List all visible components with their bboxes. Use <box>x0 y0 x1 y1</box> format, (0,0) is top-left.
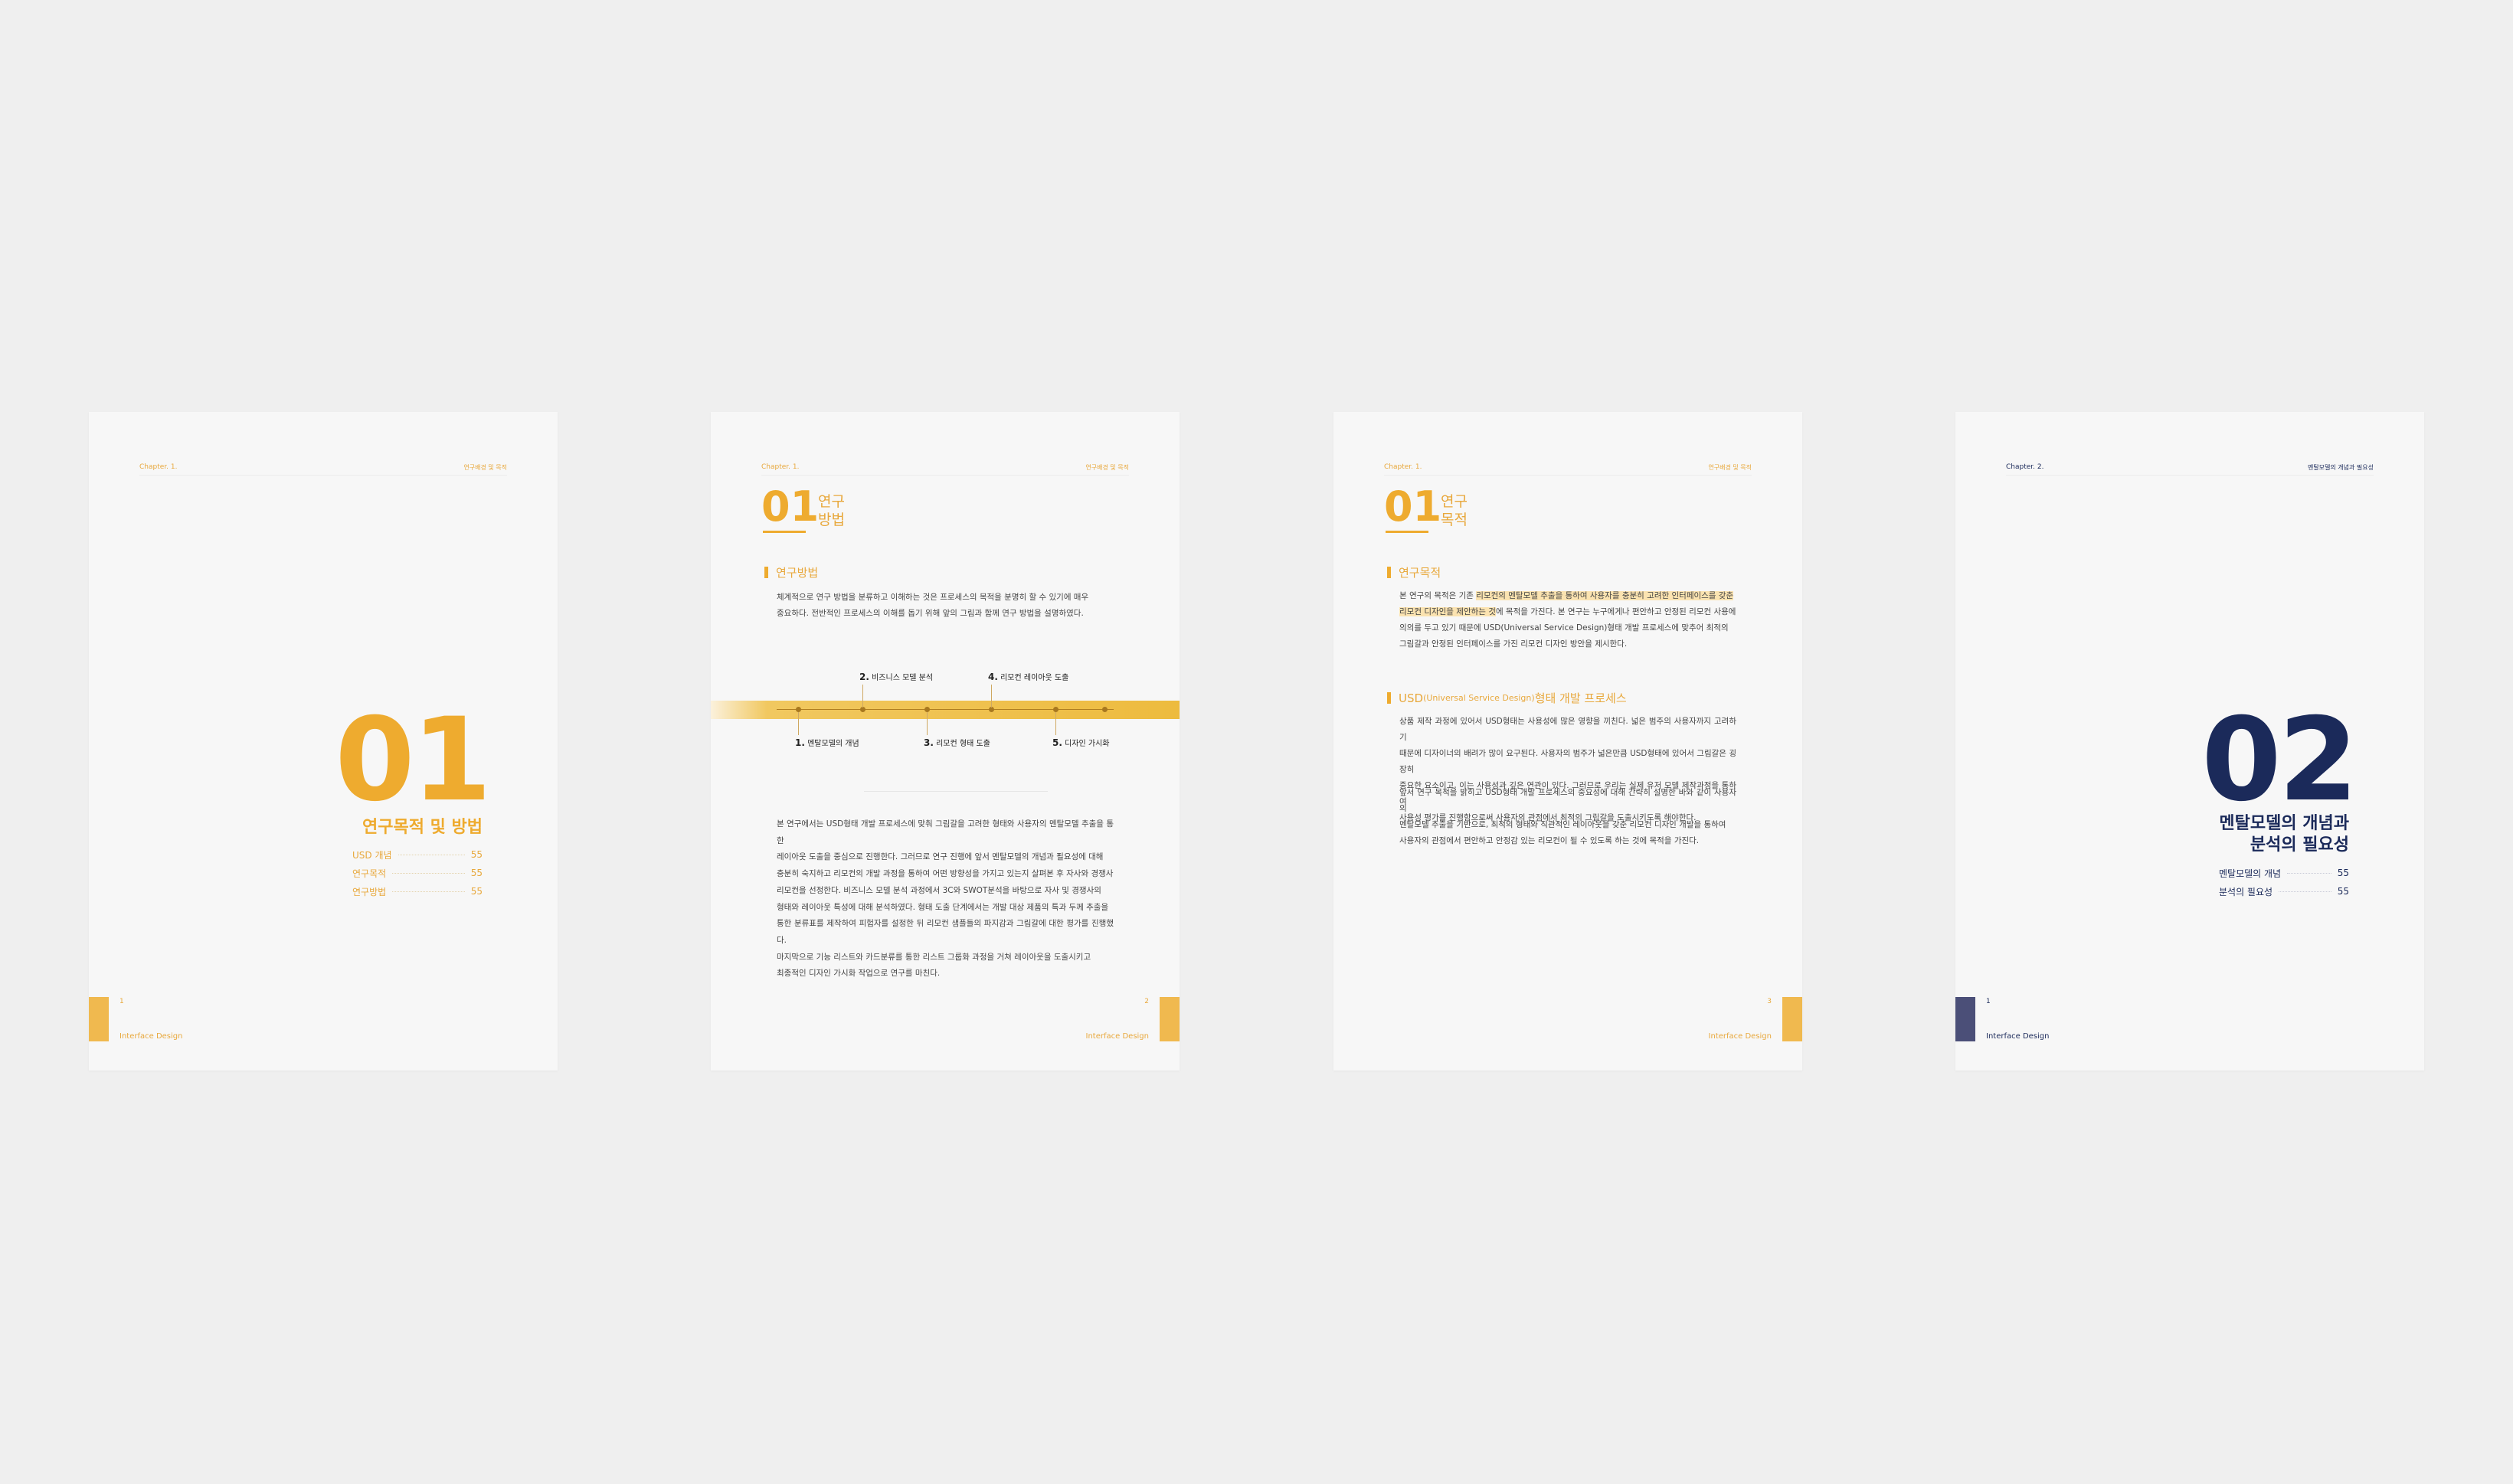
footer-accent-bar <box>1955 997 1975 1041</box>
section-title: 연구 방법 <box>818 493 845 528</box>
page-research-purpose: Chapter. 1. 연구배경 및 목적 01 연구 목적 연구목적 본 연구… <box>1333 412 1802 1071</box>
chapter-label: Chapter. 1. <box>761 463 800 471</box>
chapter-title: 연구목적 및 방법 <box>362 818 483 837</box>
subheading-marker <box>1387 692 1391 704</box>
header-divider <box>139 475 507 476</box>
timeline-connector <box>862 685 863 708</box>
page-research-method: Chapter. 1. 연구배경 및 목적 01 연구 방법 연구방법 체계적으… <box>711 412 1180 1071</box>
table-of-contents: USD 개념 55 연구목적 55 연구방법 55 <box>352 845 483 901</box>
chapter-label: Chapter. 1. <box>1384 463 1422 471</box>
timeline-step-1: 1. 멘탈모델의 개념 <box>795 737 859 748</box>
timeline-dot <box>924 707 930 712</box>
chapter-title: 멘탈모델의 개념과 분석의 필요성 <box>2219 814 2349 855</box>
timeline-step-2: 2. 비즈니스 모델 분석 <box>859 672 934 682</box>
page-number: 3 <box>1767 998 1772 1005</box>
toc-item[interactable]: USD 개념 55 <box>352 845 483 864</box>
page-chapter2-cover: Chapter. 2. 멘탈모델의 개념과 필요성 02 멘탈모델의 개념과 분… <box>1955 412 2424 1071</box>
timeline-connector <box>798 712 799 735</box>
subheading: 연구목적 <box>1387 564 1441 580</box>
page-chapter1-cover: Chapter. 1. 연구배경 및 목적 01 연구목적 및 방법 USD 개… <box>89 412 558 1071</box>
timeline-dot <box>1053 707 1059 712</box>
intro-paragraph: 체계적으로 연구 방법을 분류하고 이해하는 것은 프로세스의 목적을 분명히 … <box>777 593 1089 618</box>
timeline-connector <box>991 685 992 708</box>
chapter-label: Chapter. 2. <box>2006 463 2044 471</box>
footer-label: Interface Design <box>1708 1032 1772 1041</box>
timeline-dot <box>989 707 994 712</box>
section-number-underline <box>1386 531 1428 533</box>
page-number: 1 <box>119 998 124 1005</box>
header-title: 연구배경 및 목적 <box>1708 464 1752 471</box>
timeline-dot <box>1102 707 1108 712</box>
footer-label: Interface Design <box>119 1032 183 1041</box>
chapter-number: 02 <box>2201 694 2358 827</box>
timeline-dot <box>796 707 801 712</box>
body-paragraph: 본 연구에서는 USD형태 개발 프로세스에 맞춰 그림갈을 고려한 형태와 사… <box>777 819 1114 979</box>
timeline-step-5: 5. 디자인 가시화 <box>1052 737 1110 748</box>
footer-accent-bar <box>89 997 109 1041</box>
toc-item[interactable]: 연구목적 55 <box>352 864 483 882</box>
timeline-step-4: 4. 리모컨 레이아웃 도출 <box>988 672 1069 682</box>
chapter-label: Chapter. 1. <box>139 463 178 471</box>
toc-item[interactable]: 분석의 필요성 55 <box>2219 882 2349 901</box>
footer-accent-bar <box>1160 997 1180 1041</box>
table-of-contents: 멘탈모델의 개념 55 분석의 필요성 55 <box>2219 864 2349 901</box>
section-title: 연구 목적 <box>1441 493 1468 528</box>
header-title: 연구배경 및 목적 <box>1085 464 1129 471</box>
subheading: USD (Universal Service Design) 형태 개발 프로세스 <box>1387 690 1627 706</box>
toc-item[interactable]: 연구방법 55 <box>352 882 483 901</box>
footer-label: Interface Design <box>1085 1032 1149 1041</box>
toc-item[interactable]: 멘탈모델의 개념 55 <box>2219 864 2349 882</box>
header-divider <box>2006 475 2374 476</box>
page-number: 2 <box>1144 998 1149 1005</box>
timeline-step-3: 3. 리모컨 형태 도출 <box>924 737 990 748</box>
section-separator <box>864 791 1048 792</box>
timeline-dot <box>860 707 865 712</box>
section-number: 01 <box>1384 482 1442 531</box>
header-divider <box>1384 475 1752 476</box>
summary-paragraph: 앞서 연구 목적을 밝히고 USD형태 개발 프로세스의 중요성에 대해 간략히… <box>1399 788 1736 845</box>
header-divider <box>761 475 1129 476</box>
chapter-number: 01 <box>335 694 492 827</box>
header-title: 멘탈모델의 개념과 필요성 <box>2307 464 2374 471</box>
footer-accent-bar <box>1782 997 1802 1041</box>
subheading: 연구방법 <box>764 564 818 580</box>
timeline-connector <box>1055 712 1056 735</box>
timeline-line <box>777 709 1114 710</box>
section-number-underline <box>763 531 806 533</box>
subheading-marker <box>764 567 768 578</box>
section-number: 01 <box>761 482 820 531</box>
subheading-marker <box>1387 567 1391 578</box>
timeline-band <box>711 701 1180 719</box>
purpose-paragraph: 본 연구의 목적은 기존 리모컨의 멘탈모델 추출을 통하여 사용자를 충분히 … <box>1399 591 1736 649</box>
footer-label: Interface Design <box>1986 1032 2050 1041</box>
page-number: 1 <box>1986 998 1991 1005</box>
header-title: 연구배경 및 목적 <box>463 464 507 471</box>
timeline-connector <box>927 712 928 735</box>
